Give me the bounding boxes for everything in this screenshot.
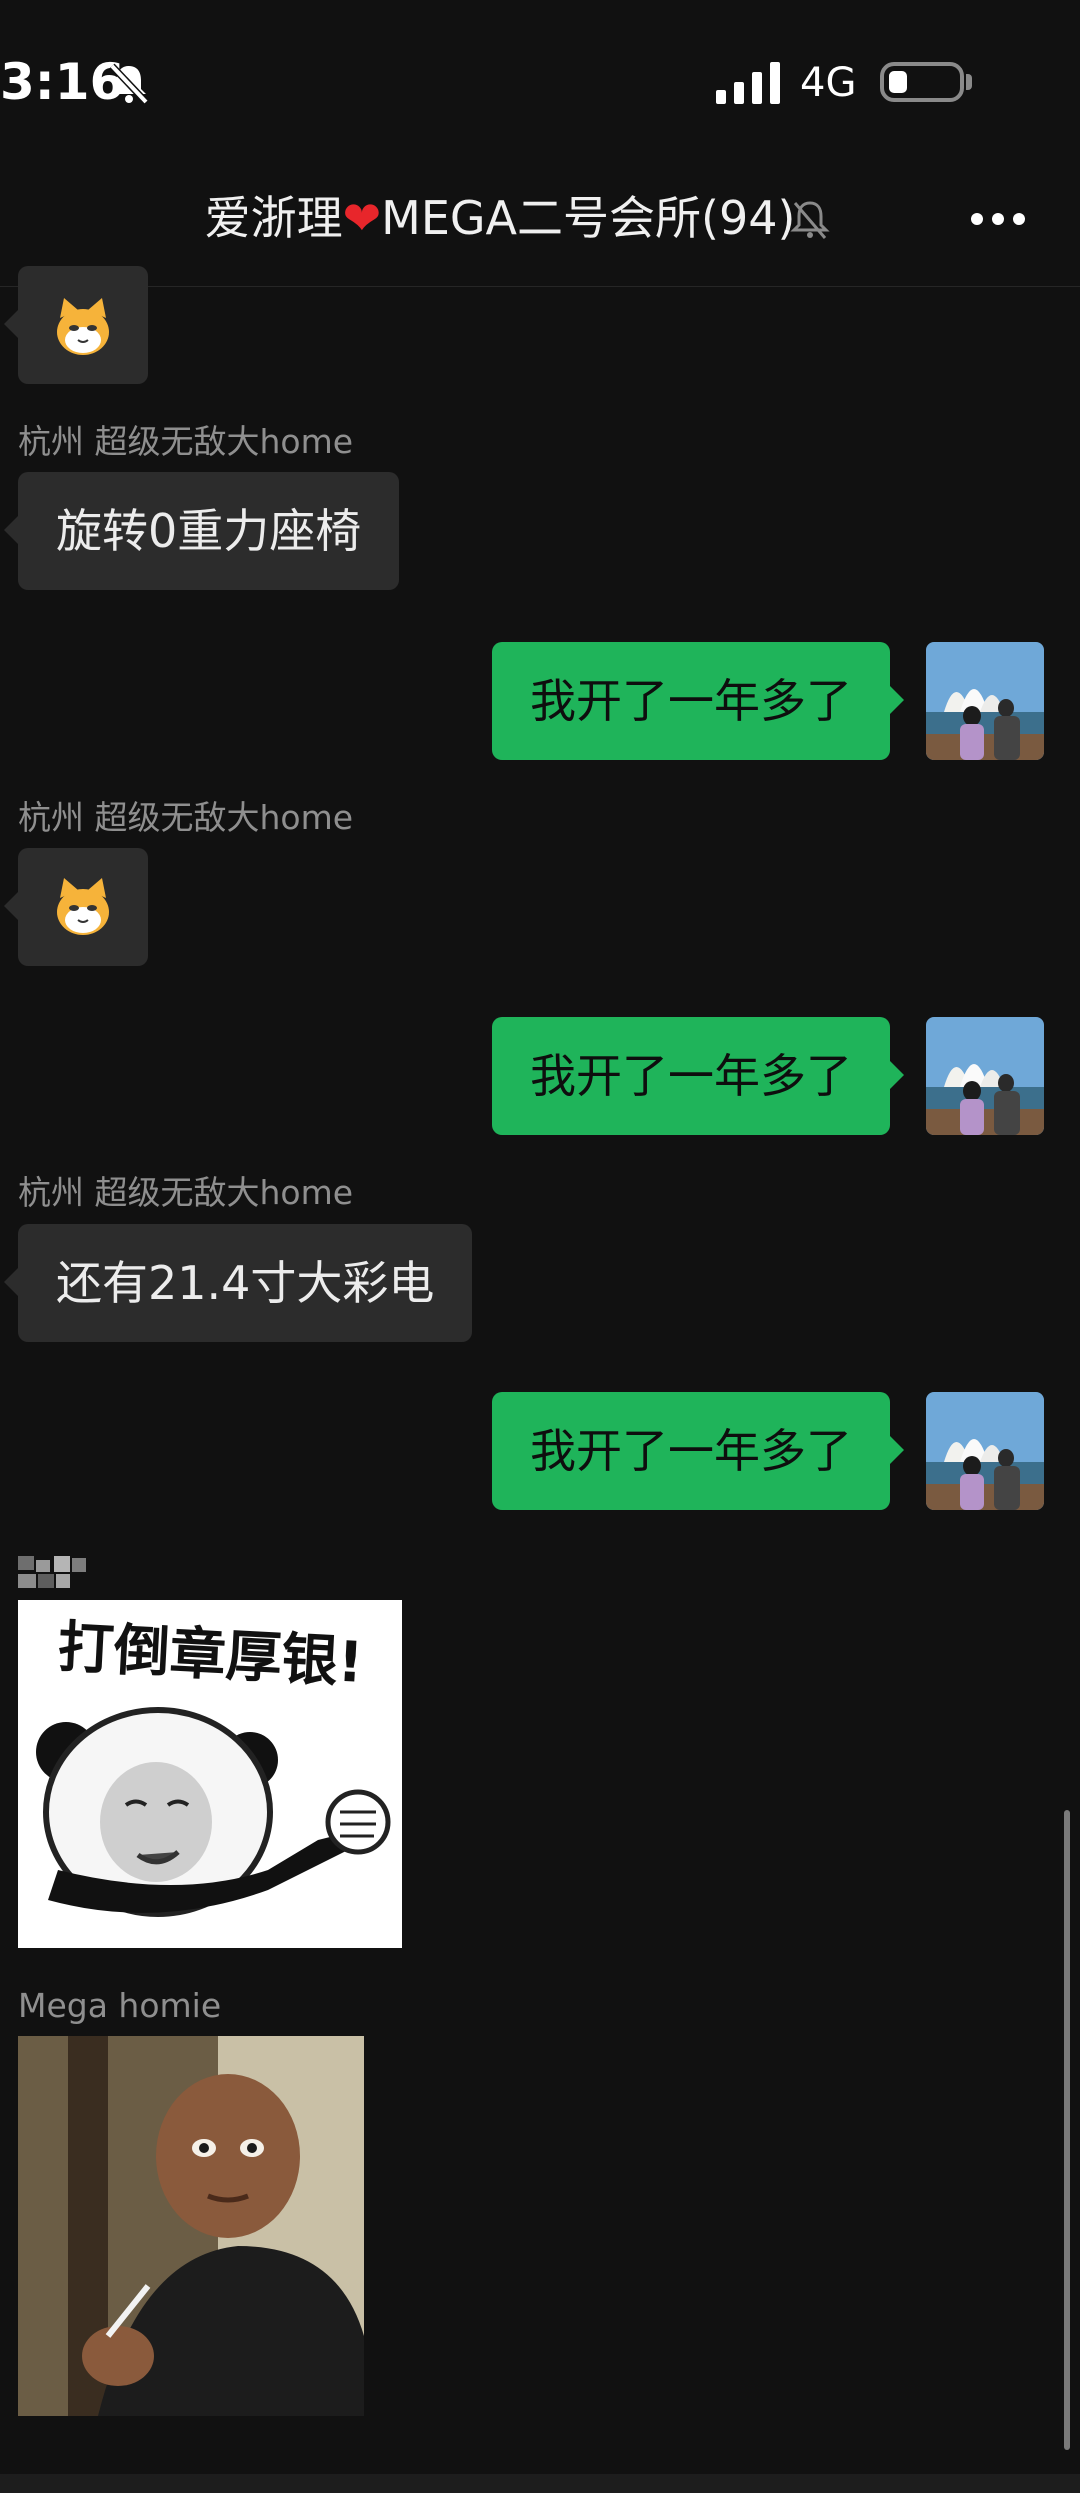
bell-slash-icon — [790, 201, 830, 239]
emoji-bubble[interactable] — [4, 266, 148, 384]
sticker-image[interactable] — [18, 2036, 364, 2416]
emoji-bubble[interactable] — [4, 848, 148, 966]
man-with-cigarette-meme-icon — [18, 2036, 364, 2416]
avatar[interactable] — [926, 642, 1044, 760]
signal-icon — [716, 62, 780, 104]
message-bubble-own[interactable]: 我开了一年多了 — [492, 1392, 904, 1510]
cat-emoji-icon — [57, 878, 109, 935]
avatar-photo-icon — [926, 1392, 1044, 1510]
message-bubble[interactable]: 旋转0重力座椅 — [3, 472, 400, 590]
input-bar-edge — [0, 2474, 1080, 2493]
pixelated-sender-name — [18, 1556, 86, 1588]
more-icon[interactable] — [970, 210, 1026, 228]
sender-name: 杭州 超级无敌大home — [18, 798, 354, 837]
avatar[interactable] — [926, 1392, 1044, 1510]
panda-meme-icon — [36, 1707, 391, 1917]
sender-name: Mega homie — [18, 1986, 222, 2025]
sender-name: 杭州 超级无敌大home — [18, 1173, 354, 1212]
sender-name: 杭州 超级无敌大home — [18, 422, 354, 461]
heart-icon: ❤ — [342, 191, 382, 245]
title-suffix: MEGA二号会所(94) — [381, 191, 796, 245]
battery-cap — [966, 74, 972, 90]
chat-title[interactable]: 爱浙理❤MEGA二号会所(94) — [0, 190, 1000, 246]
message-bubble-own[interactable]: 我开了一年多了 — [492, 642, 904, 760]
message-bubble-own[interactable]: 我开了一年多了 — [492, 1017, 904, 1135]
network-type: 4G — [800, 60, 857, 106]
avatar-photo-icon — [926, 1017, 1044, 1135]
avatar[interactable] — [926, 1017, 1044, 1135]
battery-icon — [880, 62, 964, 102]
cat-emoji-icon — [57, 298, 109, 355]
title-prefix: 爱浙理 — [204, 191, 343, 245]
sticker-image[interactable]: 打倒章厚银! — [18, 1600, 402, 1948]
avatar-photo-icon — [926, 642, 1044, 760]
bell-slash-icon — [109, 63, 149, 105]
scrollbar[interactable] — [1064, 1810, 1070, 2450]
message-bubble[interactable]: 还有21.4寸大彩电 — [3, 1224, 473, 1342]
